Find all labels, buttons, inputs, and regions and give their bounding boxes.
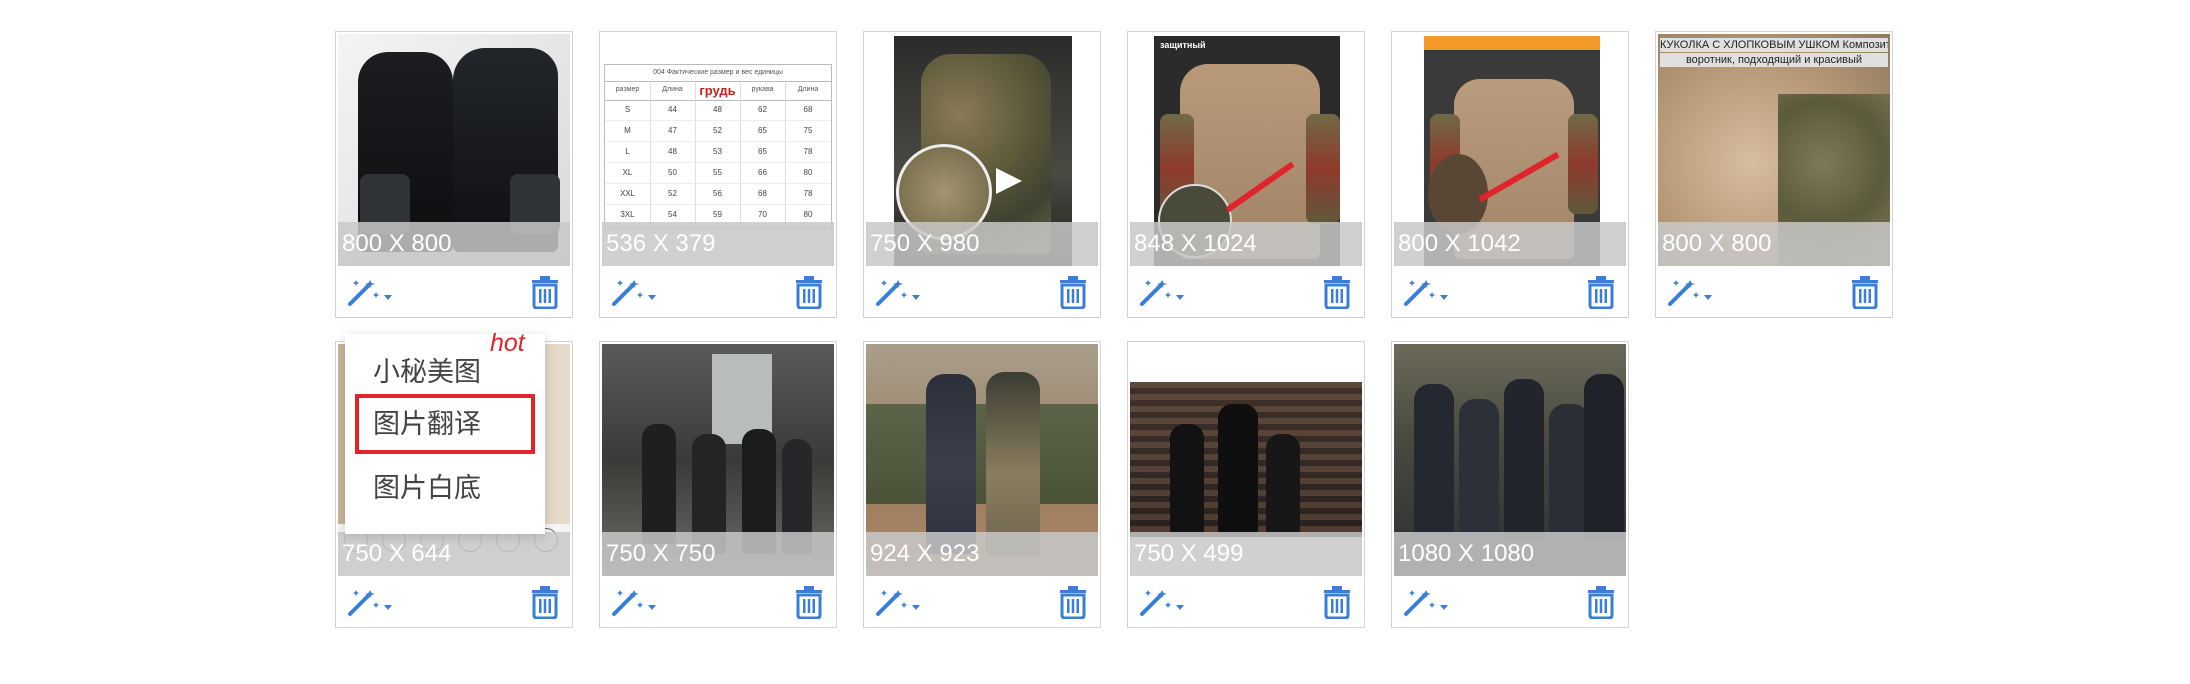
magic-wand-icon[interactable] bbox=[1402, 278, 1454, 308]
image-toolbar bbox=[1392, 268, 1628, 317]
image-card: 800 X 1042 bbox=[1391, 31, 1629, 318]
image-thumbnail[interactable]: КУКОЛКА С ХЛОПКОВЫМ УШКОМ Композитный во… bbox=[1658, 34, 1890, 266]
image-thumbnail[interactable]: защитный 848 X 1024 bbox=[1130, 34, 1362, 266]
image-toolbar bbox=[600, 268, 836, 317]
image-thumbnail[interactable]: 750 X 499 bbox=[1130, 344, 1362, 576]
trash-icon[interactable] bbox=[1322, 275, 1352, 309]
image-card: 750 X 499 bbox=[1127, 341, 1365, 628]
image-toolbar bbox=[336, 578, 572, 627]
image-dimensions: 536 X 379 bbox=[602, 222, 834, 266]
image-dimensions: 800 X 800 bbox=[1658, 222, 1890, 266]
image-card: 004 Фактические размер и вес единицы раз… bbox=[599, 31, 837, 318]
trash-icon[interactable] bbox=[794, 585, 824, 619]
image-dimensions: 750 X 644 bbox=[338, 532, 570, 576]
magic-wand-icon[interactable] bbox=[874, 278, 926, 308]
image-card: 750 X 980 bbox=[863, 31, 1101, 318]
image-thumbnail[interactable]: 924 X 923 bbox=[866, 344, 1098, 576]
image-thumbnail[interactable]: 1080 X 1080 bbox=[1394, 344, 1626, 576]
image-dimensions: 1080 X 1080 bbox=[1394, 532, 1626, 576]
image-dimensions: 924 X 923 bbox=[866, 532, 1098, 576]
image-thumbnail[interactable]: 004 Фактические размер и вес единицы раз… bbox=[602, 34, 834, 266]
trash-icon[interactable] bbox=[1058, 585, 1088, 619]
image-toolbar bbox=[336, 268, 572, 317]
image-thumbnail[interactable]: 750 X 980 bbox=[866, 34, 1098, 266]
image-toolbar bbox=[864, 268, 1100, 317]
image-card: 1080 X 1080 bbox=[1391, 341, 1629, 628]
menu-item-translate[interactable]: 图片翻译 bbox=[355, 394, 535, 454]
image-toolbar bbox=[1128, 268, 1364, 317]
image-toolbar bbox=[1656, 268, 1892, 317]
trash-icon[interactable] bbox=[1586, 585, 1616, 619]
image-thumbnail[interactable]: 800 X 800 bbox=[338, 34, 570, 266]
magic-wand-icon[interactable] bbox=[1138, 588, 1190, 618]
image-dimensions: 800 X 800 bbox=[338, 222, 570, 266]
image-dimensions: 848 X 1024 bbox=[1130, 222, 1362, 266]
image-card: КУКОЛКА С ХЛОПКОВЫМ УШКОМ Композитный во… bbox=[1655, 31, 1893, 318]
image-thumbnail[interactable]: 750 X 750 bbox=[602, 344, 834, 576]
trash-icon[interactable] bbox=[1322, 585, 1352, 619]
thumb-caption-2: воротник, подходящий и красивый bbox=[1660, 53, 1888, 67]
trash-icon[interactable] bbox=[794, 275, 824, 309]
thumb-caption-1: КУКОЛКА С ХЛОПКОВЫМ УШКОМ Композитный bbox=[1660, 38, 1888, 52]
trash-icon[interactable] bbox=[1586, 275, 1616, 309]
image-card: 750 X 750 bbox=[599, 341, 837, 628]
image-dimensions: 750 X 750 bbox=[602, 532, 834, 576]
magic-wand-icon[interactable] bbox=[1138, 278, 1190, 308]
trash-icon[interactable] bbox=[1850, 275, 1880, 309]
image-dimensions: 800 X 1042 bbox=[1394, 222, 1626, 266]
thumb-caption: защитный bbox=[1160, 40, 1206, 50]
magic-wand-icon[interactable] bbox=[1402, 588, 1454, 618]
magic-wand-icon[interactable] bbox=[610, 588, 662, 618]
magic-wand-icon[interactable] bbox=[874, 588, 926, 618]
size-chart-header: размер Длина грудь рукава Длина bbox=[605, 81, 831, 101]
magic-wand-icon[interactable] bbox=[1666, 278, 1718, 308]
image-thumbnail[interactable]: 800 X 1042 bbox=[1394, 34, 1626, 266]
menu-item-meitu[interactable]: 小秘美图 hot bbox=[355, 329, 535, 402]
image-card: 800 X 800 bbox=[335, 31, 573, 318]
magic-wand-icon[interactable] bbox=[610, 278, 662, 308]
image-toolbar bbox=[600, 578, 836, 627]
magic-wand-icon[interactable] bbox=[346, 588, 398, 618]
image-card: 924 X 923 bbox=[863, 341, 1101, 628]
trash-icon[interactable] bbox=[530, 275, 560, 309]
image-toolbar bbox=[864, 578, 1100, 627]
magic-wand-icon[interactable] bbox=[346, 278, 398, 308]
image-tools-menu: 小秘美图 hot 图片翻译 图片白底 bbox=[345, 329, 545, 534]
image-toolbar bbox=[1128, 578, 1364, 627]
image-toolbar bbox=[1392, 578, 1628, 627]
image-card: защитный 848 X 1024 bbox=[1127, 31, 1365, 318]
trash-icon[interactable] bbox=[530, 585, 560, 619]
size-chart-caption: 004 Фактические размер и вес единицы bbox=[653, 69, 783, 76]
trash-icon[interactable] bbox=[1058, 275, 1088, 309]
menu-item-white-background[interactable]: 图片白底 bbox=[355, 458, 535, 518]
image-dimensions: 750 X 499 bbox=[1130, 532, 1362, 576]
hot-badge: hot bbox=[490, 329, 525, 357]
image-dimensions: 750 X 980 bbox=[866, 222, 1098, 266]
